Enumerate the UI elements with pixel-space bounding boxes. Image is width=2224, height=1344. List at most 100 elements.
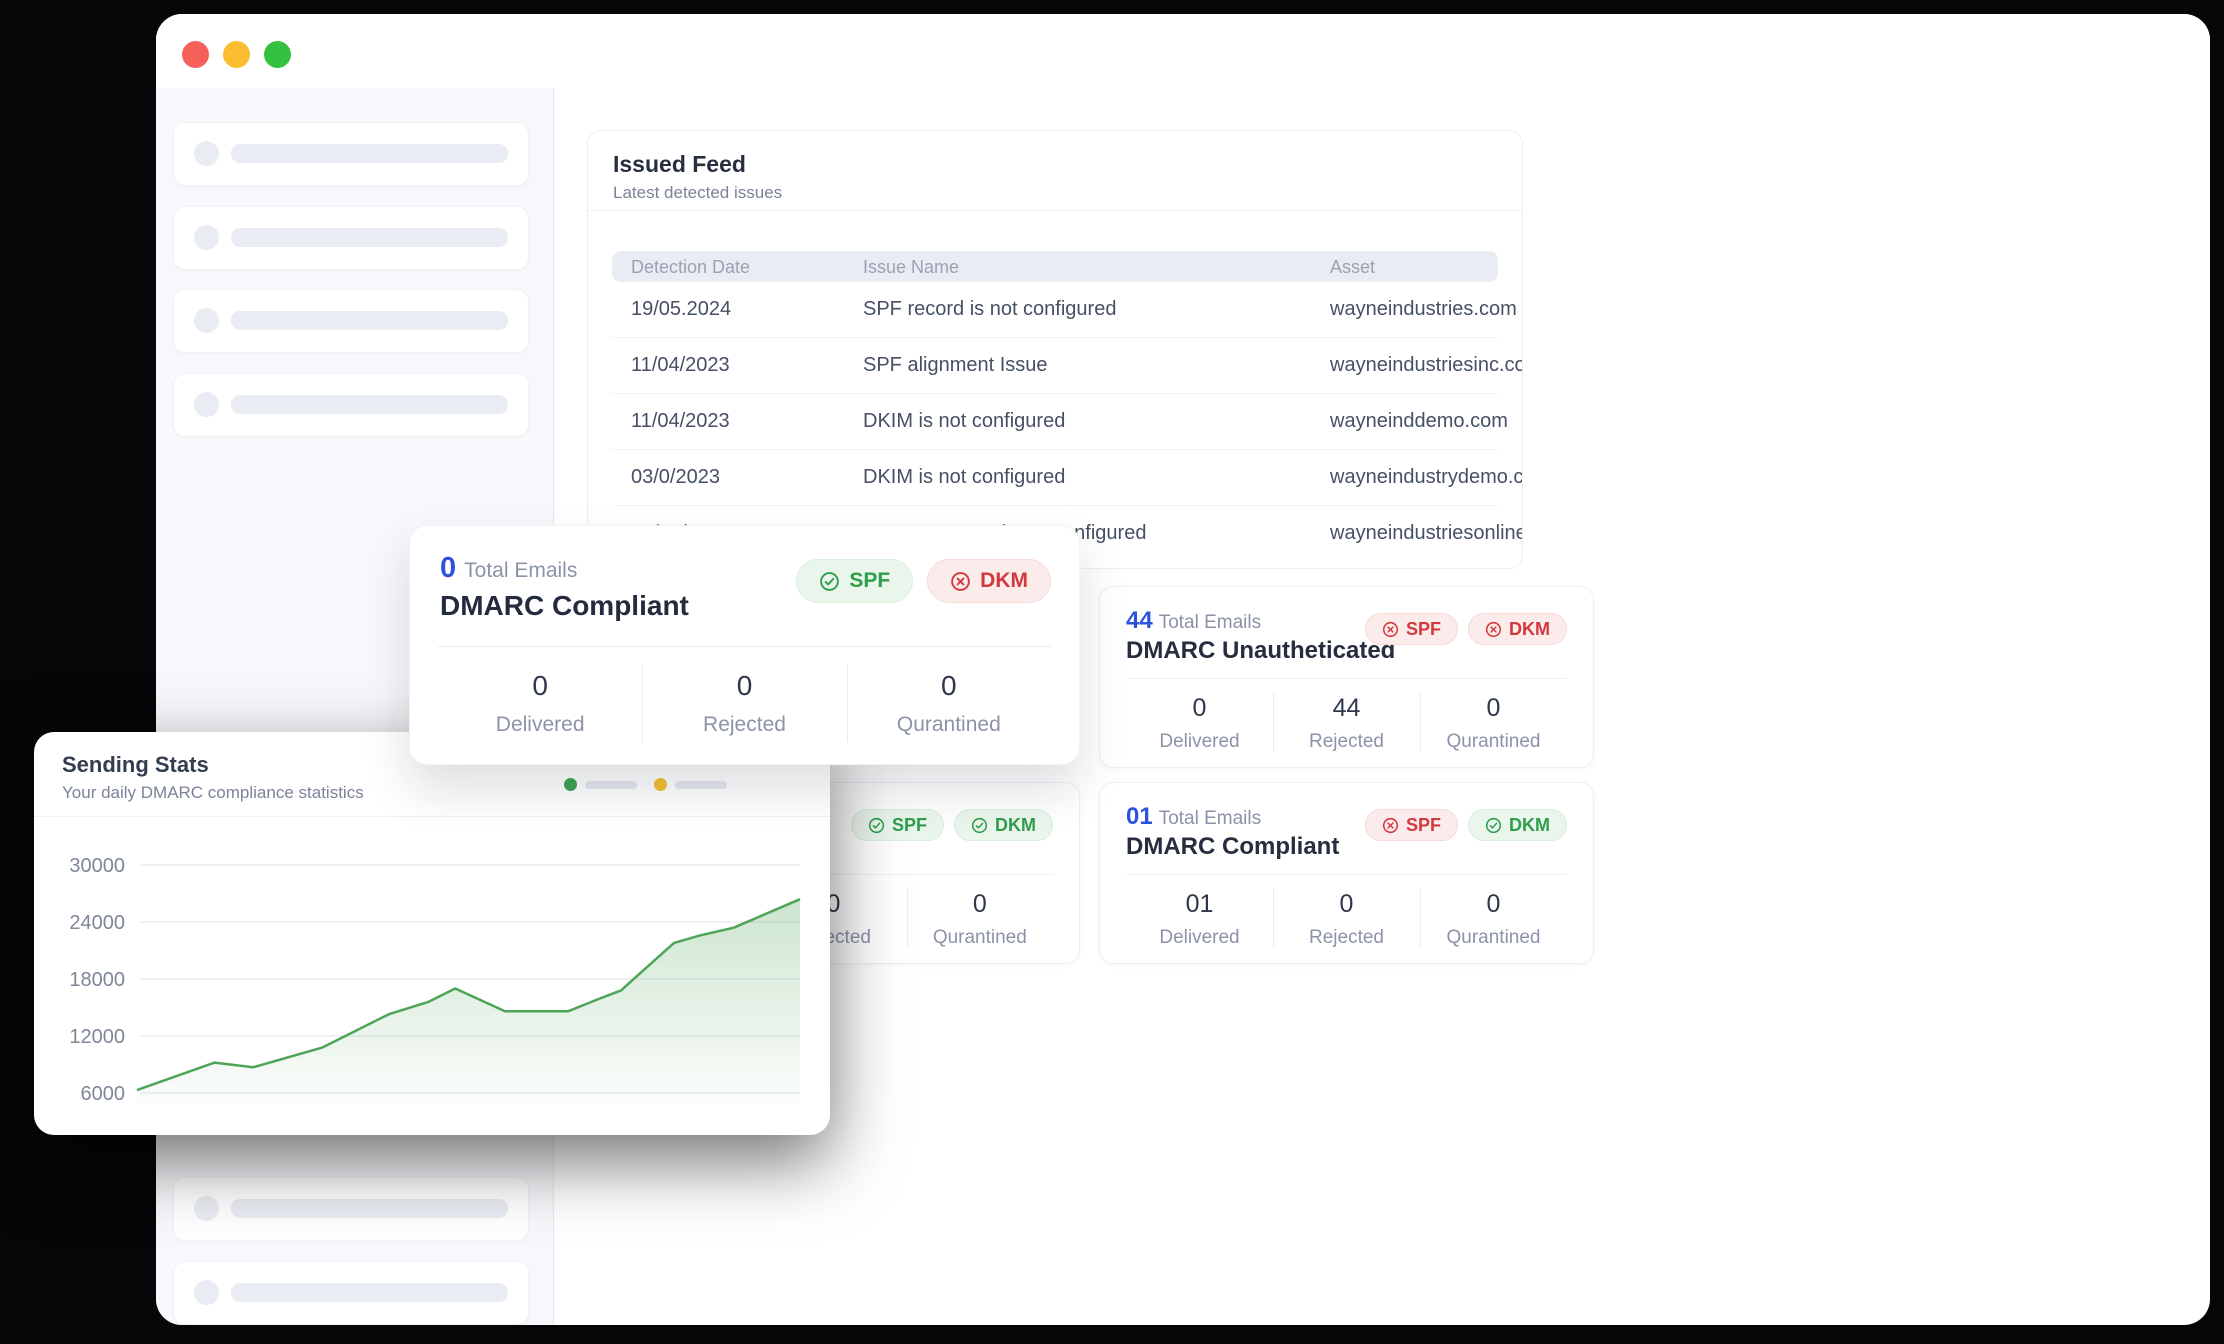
skeleton-text-bar [231,144,508,163]
svg-text:6000: 6000 [81,1083,126,1105]
stat-value: 0 [1486,694,1501,722]
badge-label: DKM [980,569,1028,592]
stat-label: Delivered [495,713,585,736]
stat-quarantined: 0 Qurantined [1420,874,1567,963]
cell-issue-name: DKIM is not configured [863,410,1066,432]
sidebar-skeleton-item[interactable] [173,1261,529,1325]
svg-text:12000: 12000 [69,1026,125,1048]
cell-asset: wayneindustrydemo.com [1330,466,1523,488]
x-circle-icon [1382,817,1399,833]
stat-delivered: 0 Delivered [1126,678,1273,767]
close-window-button[interactable] [182,41,209,68]
card-title: DMARC Unautheticated [1126,637,1396,664]
badge-label: SPF [849,569,891,592]
total-emails-label: Total Emails [1158,808,1262,829]
stat-value: 44 [1332,694,1361,722]
stat-value: 0 [1486,890,1501,918]
total-emails-line: 01 Total Emails [1126,803,1261,831]
cell-issue-name: SPF record is not configured [863,298,1117,320]
stat-rejected: 44 Rejected [1273,678,1420,767]
stat-label: Qurantined [1446,731,1541,752]
stat-value: 0 [1339,890,1354,918]
stat-label: Qurantined [932,927,1027,948]
x-circle-icon [1485,621,1502,637]
legend-skeleton-label [675,780,727,789]
badge-label: SPF [1405,814,1441,835]
stat-value: 0 [736,670,753,701]
stat-label: Delivered [1159,927,1240,948]
table-body: 19/05.2024 SPF record is not configured … [588,282,1522,561]
total-emails-value: 0 [440,552,457,584]
stat-quarantined: 0 Qurantined [1420,678,1567,767]
cell-asset: wayneindustries.com [1330,298,1517,320]
table-row[interactable]: 11/04/2023 DKIM is not configured waynei… [612,394,1508,450]
svg-text:24000: 24000 [69,912,125,934]
badge-label: DKM [995,814,1036,835]
sending-stats-panel: Sending Stats Your daily DMARC complianc… [34,732,830,1135]
stat-delivered: 01 Delivered [1126,874,1273,963]
panel-title: Sending Stats [62,752,209,777]
cell-asset: wayneindustriesonline.co [1330,522,1522,544]
dmarc-unauthenticated-card: 44 Total Emails DMARC Unautheticated SPF … [1099,586,1594,768]
dkm-badge: DKM [954,809,1053,841]
legend-color-dot [654,778,667,791]
cell-detection-date: 03/0/2023 [631,466,720,488]
skeleton-text-bar [231,228,508,247]
check-circle-icon [1485,817,1502,833]
stat-value: 0 [941,670,957,701]
stat-label: Rejected [1309,731,1384,752]
dmarc-compliant-small-card: 01 Total Emails DMARC Compliant SPF DKM 0… [1099,782,1594,964]
stat-value: 01 [1185,890,1214,918]
dkm-badge: DKM [927,559,1051,603]
skeleton-text-bar [231,1283,508,1302]
table-row[interactable]: 11/04/2023 SPF alignment Issue wayneindu… [612,338,1522,394]
stat-label: Delivered [1159,731,1240,752]
panel-title: Issued Feed [613,151,746,177]
skeleton-text-bar [231,395,508,414]
table-header: Detection Date Issue Name Asset [612,251,1498,282]
spf-badge: SPF [796,559,914,603]
card-title: DMARC Compliant [440,590,689,621]
sidebar-skeleton-item[interactable] [173,1177,529,1241]
window-titlebar [156,14,2210,88]
total-emails-line: 0 Total Emails [440,552,577,585]
total-emails-label: Total Emails [1158,612,1262,633]
skeleton-avatar [194,308,219,333]
legend-item [654,778,727,791]
spf-badge: SPF [1364,613,1458,645]
divider [588,210,1522,211]
total-emails-value: 44 [1126,607,1153,634]
skeleton-avatar [194,392,219,417]
legend-skeleton-label [585,780,637,789]
zoom-window-button[interactable] [264,41,291,68]
check-circle-icon [820,571,840,591]
cell-issue-name: DKIM is not configured [863,466,1066,488]
sidebar-skeleton-item[interactable] [173,373,529,437]
check-circle-icon [868,817,885,833]
svg-text:18000: 18000 [69,969,125,991]
legend-color-dot [564,778,577,791]
total-emails-line: 44 Total Emails [1126,607,1261,635]
legend-item [564,778,637,791]
stat-label: Rejected [703,713,786,736]
sidebar-skeleton-item[interactable] [173,206,529,270]
minimize-window-button[interactable] [223,41,250,68]
table-row[interactable]: 03/0/2023 DKIM is not configured waynein… [612,450,1522,506]
total-emails-value: 01 [1126,803,1153,830]
stat-quarantined: 0 Qurantined [846,646,1051,764]
panel-subtitle: Latest detected issues [613,183,783,202]
stat-delivered: 0 Delivered [438,646,642,764]
cell-asset: wayneindustriesinc.com [1330,354,1523,376]
total-emails-label: Total Emails [464,559,578,582]
skeleton-text-bar [231,1199,508,1218]
x-circle-icon [1382,621,1399,637]
panel-subtitle: Your daily DMARC compliance statistics [62,783,364,802]
table-row[interactable]: 19/05.2024 SPF record is not configured … [612,282,1517,338]
badge-label: SPF [1405,618,1441,639]
issued-feed-panel: Issued Feed Latest detected issues Detec… [587,130,1523,569]
sidebar-skeleton-item[interactable] [173,122,529,186]
sidebar-skeleton-item[interactable] [173,289,529,353]
spf-badge: SPF [1364,809,1458,841]
card-title: DMARC Compliant [1126,833,1340,860]
column-header-asset: Asset [1330,257,1376,277]
